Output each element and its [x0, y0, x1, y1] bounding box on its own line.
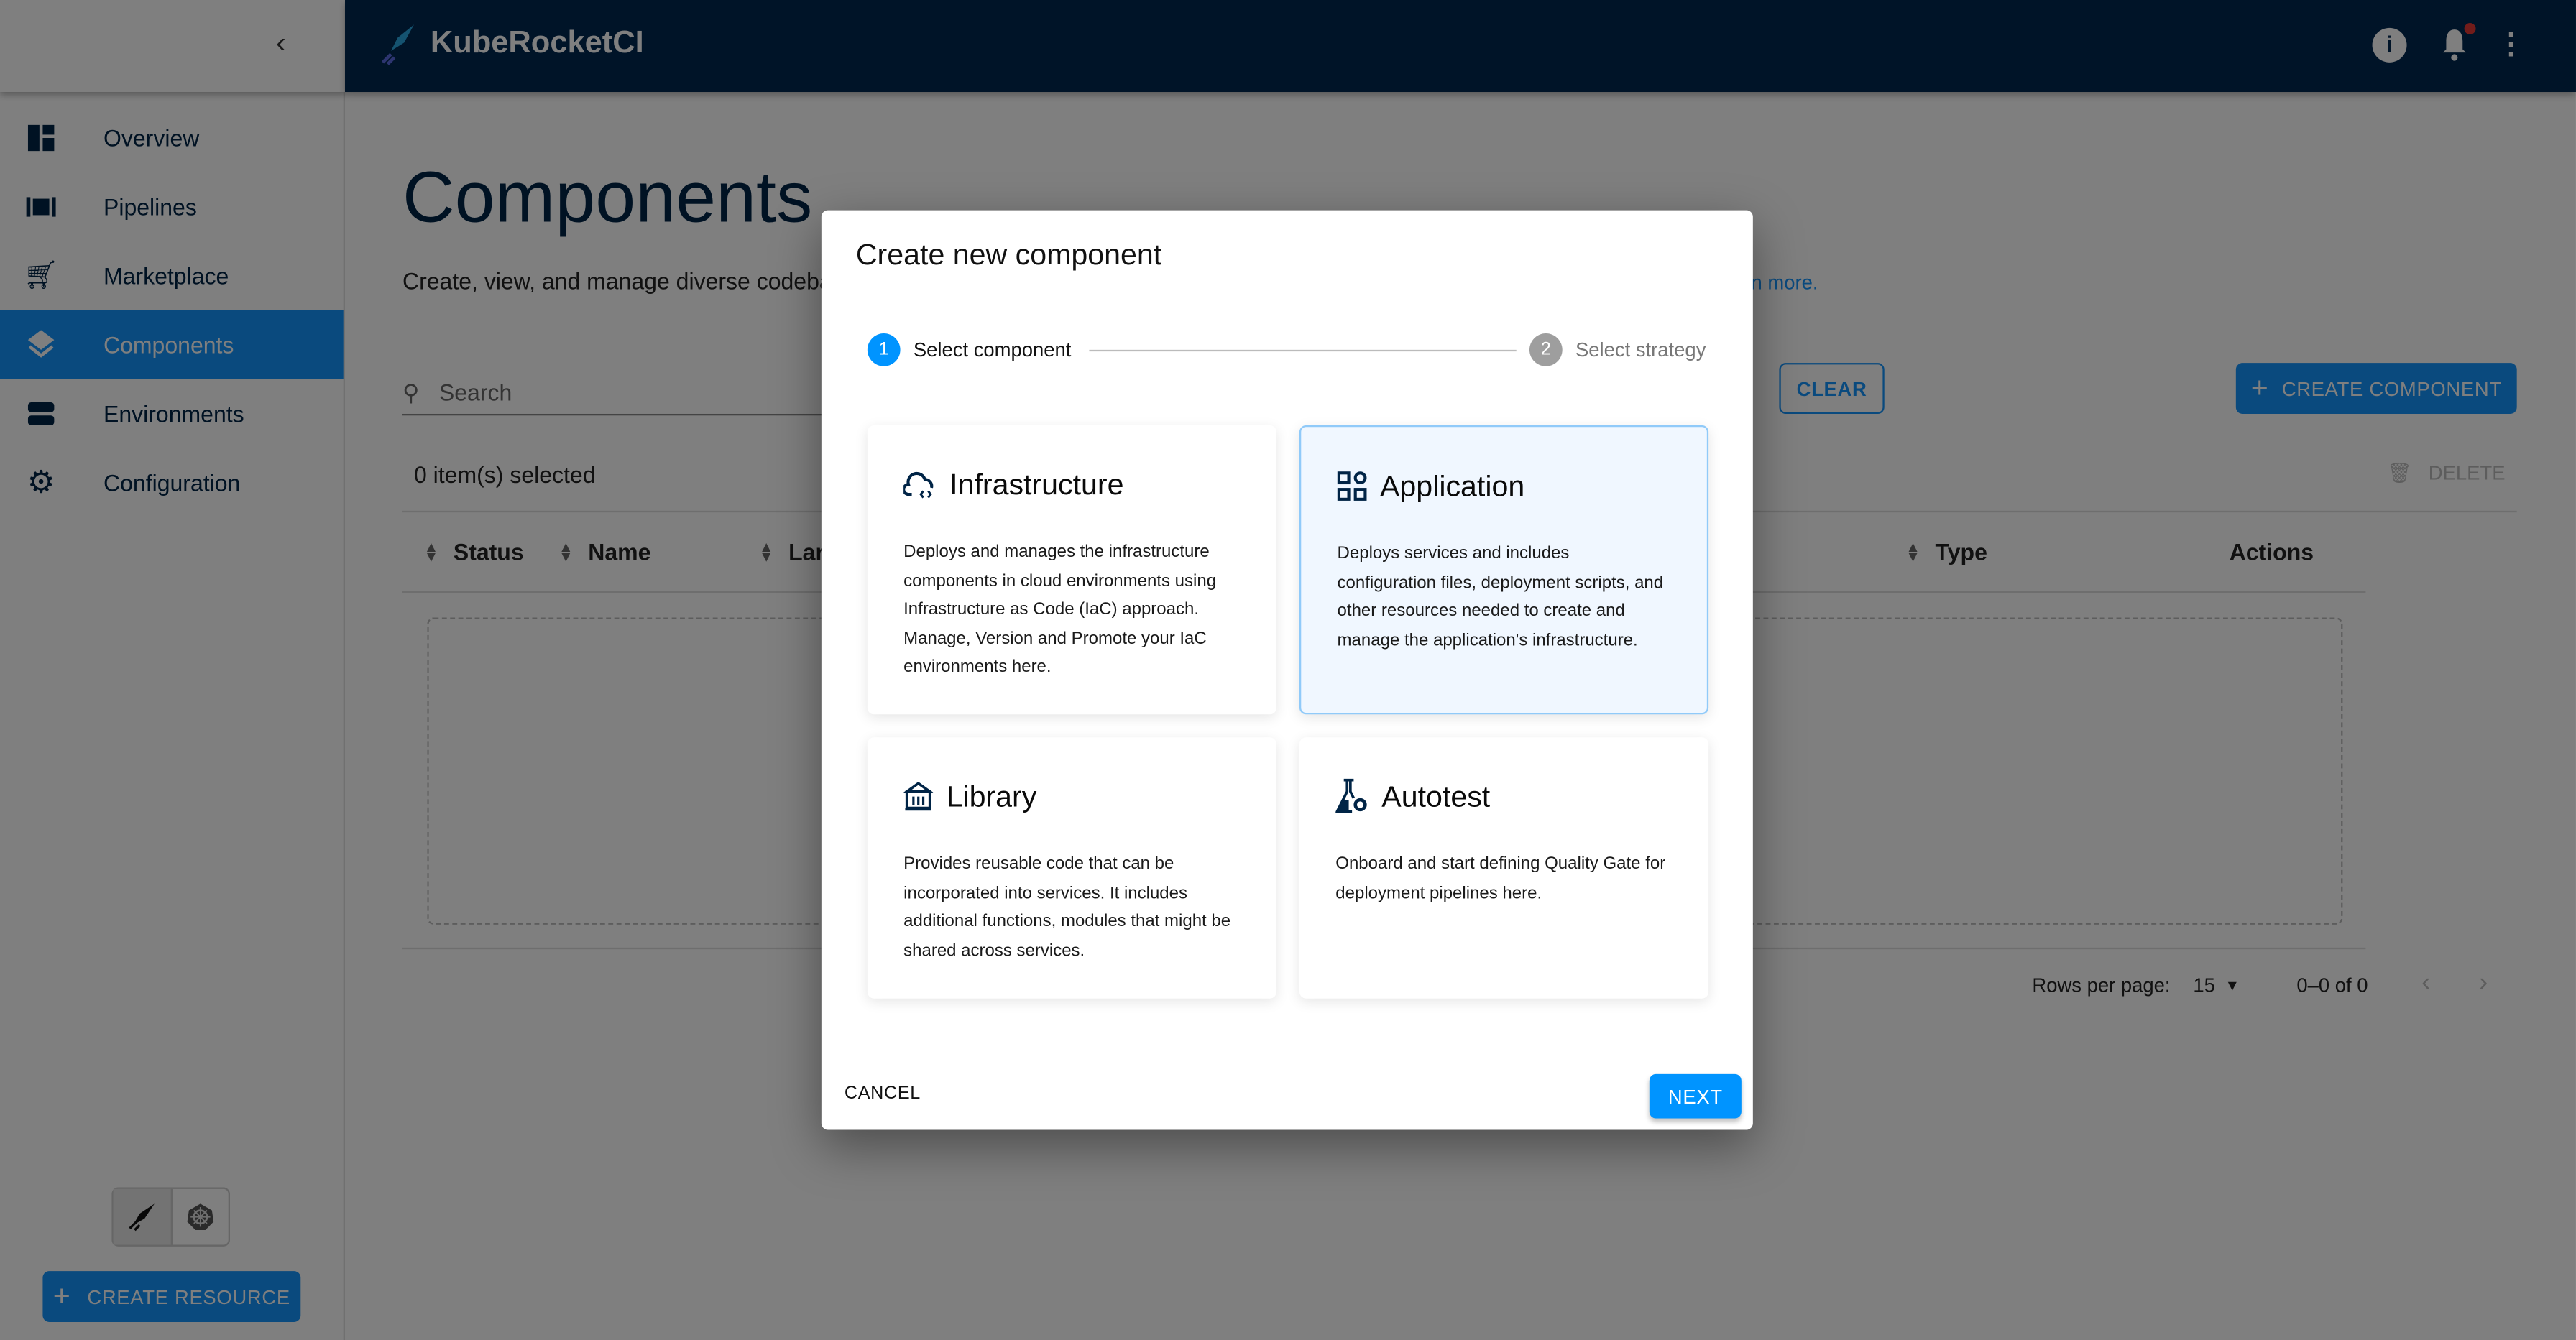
- step-2: 2 Select strategy: [1529, 333, 1706, 366]
- cloud-code-icon: [903, 471, 934, 499]
- card-library[interactable]: Library Provides reusable code that can …: [867, 737, 1276, 999]
- step-1: 1 Select component: [867, 333, 1071, 366]
- flask-gear-icon: [1335, 778, 1367, 813]
- dialog-title: Create new component: [855, 238, 1162, 272]
- step-number: 1: [867, 333, 901, 366]
- step-number: 2: [1529, 333, 1563, 366]
- card-infrastructure[interactable]: Infrastructure Deploys and manages the i…: [867, 425, 1276, 715]
- stepper-connector: [1089, 349, 1517, 352]
- create-component-dialog: Create new component 1 Select component 2…: [821, 210, 1753, 1130]
- apps-grid-icon: [1337, 471, 1367, 501]
- next-button[interactable]: NEXT: [1649, 1073, 1742, 1119]
- card-autotest[interactable]: Autotest Onboard and start defining Qual…: [1299, 737, 1709, 999]
- library-icon: [903, 782, 934, 811]
- cancel-button[interactable]: CANCEL: [845, 1084, 921, 1104]
- card-application[interactable]: Application Deploys services and include…: [1299, 425, 1709, 715]
